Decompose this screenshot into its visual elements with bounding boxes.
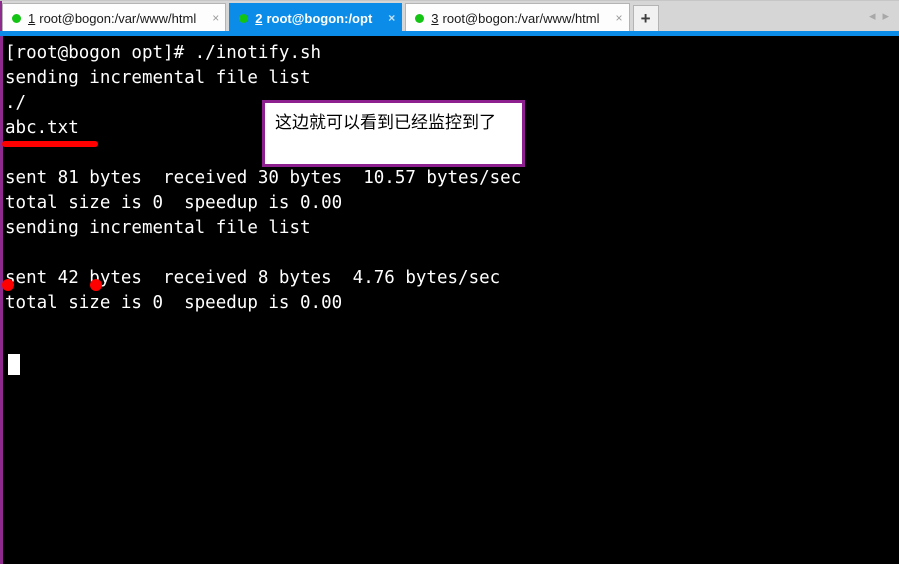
terminal-window: 1 root@bogon:/var/www/html × 2 root@bogo… <box>0 0 899 564</box>
tab-bar: 1 root@bogon:/var/www/html × 2 root@bogo… <box>0 0 899 32</box>
red-underline-annotation <box>2 141 102 291</box>
tab-3-title: root@bogon:/var/www/html <box>442 10 600 26</box>
tab-1-number: 1 <box>28 10 36 26</box>
status-dot-green-icon <box>12 13 21 23</box>
tab-list: 1 root@bogon:/var/www/html × 2 root@bogo… <box>2 3 659 32</box>
tab-1-title: root@bogon:/var/www/html <box>39 10 197 26</box>
red-dot-right-icon <box>90 279 102 291</box>
callout-annotation: 这边就可以看到已经监控到了 <box>262 100 525 167</box>
terminal-text: [root@bogon opt]# ./inotify.sh sending i… <box>5 43 522 313</box>
tab-1[interactable]: 1 root@bogon:/var/www/html × <box>2 3 227 32</box>
close-icon[interactable]: × <box>384 12 395 24</box>
tab-2[interactable]: 2 root@bogon:/opt × <box>229 3 403 32</box>
chevron-right-icon[interactable]: ▸ <box>882 9 889 22</box>
red-dot-left-icon <box>2 279 14 291</box>
tab-2-title: root@bogon:/opt <box>266 10 373 26</box>
close-icon[interactable]: × <box>612 12 623 24</box>
status-dot-green-icon <box>239 13 249 23</box>
tab-3-number: 3 <box>431 10 439 26</box>
new-tab-button[interactable]: + <box>632 5 659 32</box>
tab-3[interactable]: 3 root@bogon:/var/www/html × <box>405 3 630 32</box>
status-dot-green-icon <box>415 13 425 23</box>
chevron-left-icon[interactable]: ◂ <box>869 9 876 22</box>
close-icon[interactable]: × <box>208 12 219 24</box>
tab-2-number: 2 <box>255 10 263 26</box>
tab-scroll-controls: ◂ ▸ <box>869 9 889 22</box>
block-cursor-icon <box>8 354 20 375</box>
